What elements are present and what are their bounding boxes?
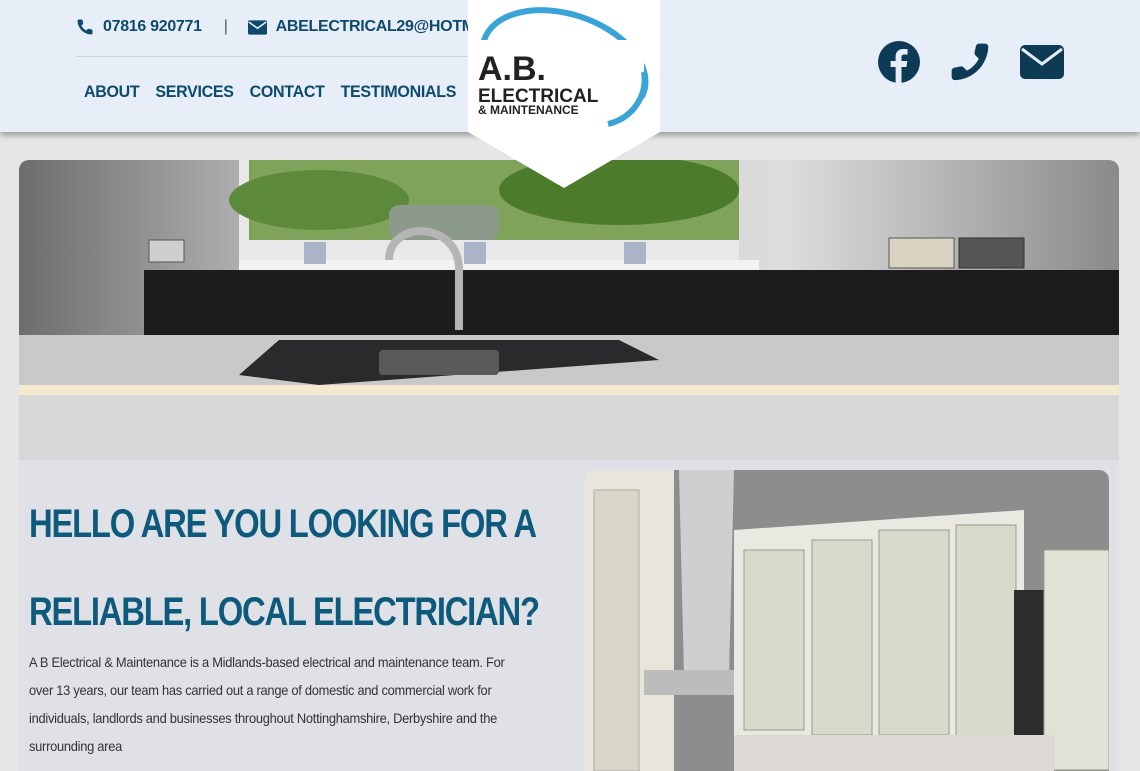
page-heading: HELLO ARE YOU LOOKING FOR A RELIABLE, LO… (29, 480, 554, 656)
intro-line-1: A B Electrical & Maintenance is a Midlan… (29, 654, 505, 670)
envelope-icon[interactable] (1020, 45, 1064, 84)
heading-line-1: HELLO ARE YOU LOOKING FOR A (29, 502, 537, 546)
nav-item-about[interactable]: ABOUT (84, 84, 140, 103)
kitchen-cabinets-photo (584, 470, 1109, 771)
hero-kitchen-photo (19, 160, 1119, 460)
nav-item-services[interactable]: SERVICES (155, 84, 234, 103)
nav-item-contact[interactable]: CONTACT (250, 84, 325, 103)
logo-text-ab: A.B. (478, 50, 546, 88)
phone-number[interactable]: 07816 920771 (103, 18, 202, 36)
intro-paragraph: A B Electrical & Maintenance is a Midlan… (29, 648, 544, 760)
envelope-icon (247, 19, 267, 35)
header-divider (76, 56, 476, 57)
intro-line-3: individuals, landlords and businesses th… (29, 710, 497, 726)
phone-link[interactable]: 07816 920771 (76, 18, 202, 36)
phone-icon[interactable] (948, 40, 992, 89)
facebook-icon[interactable] (878, 41, 920, 88)
intro-line-4: surrounding area (29, 738, 122, 754)
nav-item-testimonials[interactable]: TESTIMONIALS (341, 84, 457, 103)
intro-line-2: over 13 years, our team has carried out … (29, 682, 492, 698)
logo-text-maintenance: & MAINTENANCE (478, 103, 579, 117)
main-nav: ABOUT SERVICES CONTACT TESTIMONIALS (84, 84, 456, 102)
phone-icon (77, 19, 93, 35)
heading-line-2: RELIABLE, LOCAL ELECTRICIAN? (29, 590, 540, 634)
site-logo[interactable]: A.B. ELECTRICAL & MAINTENANCE (468, 0, 660, 190)
contact-separator: | (223, 18, 228, 35)
social-links (878, 40, 1064, 89)
